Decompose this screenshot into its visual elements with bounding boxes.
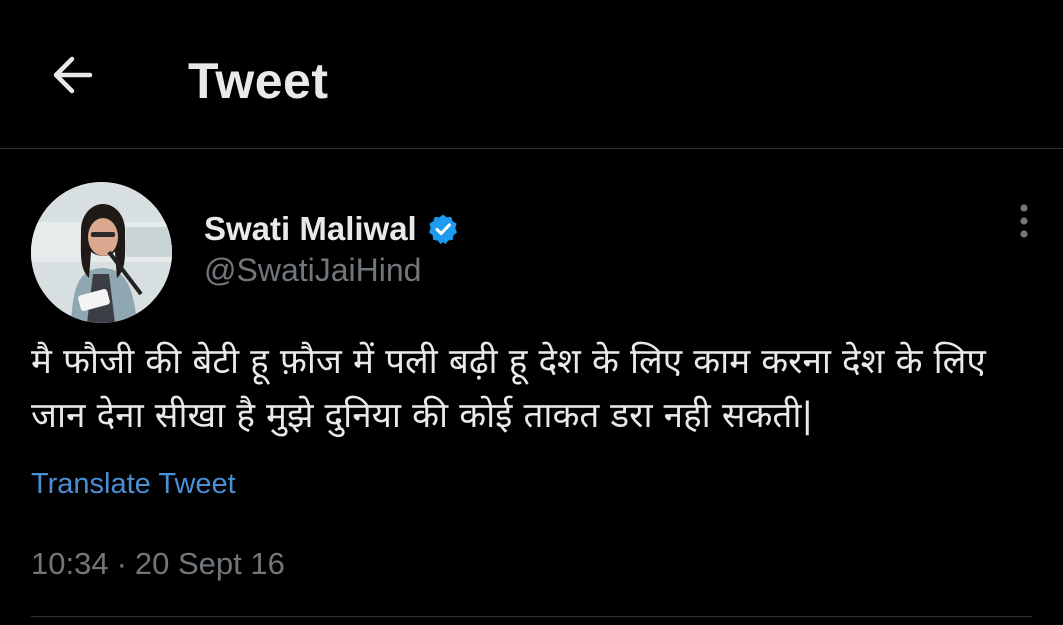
arrow-left-icon: [50, 55, 94, 100]
header-divider: [0, 148, 1063, 149]
tweet-timestamp: 10:34 · 20 Sept 16: [31, 543, 285, 585]
author-name: Swati Maliwal: [204, 210, 417, 247]
page-title: Tweet: [188, 53, 329, 109]
tweet-date[interactable]: 20 Sept 16: [135, 546, 285, 581]
top-bar: Tweet: [0, 0, 1063, 148]
translate-tweet-link[interactable]: Translate Tweet: [31, 465, 236, 503]
back-button[interactable]: [38, 48, 106, 106]
more-vertical-icon: [1018, 203, 1030, 244]
tweet-text: मै फौजी की बेटी हू फ़ौज में पली बढ़ी हू …: [31, 342, 986, 436]
more-options-button[interactable]: [1004, 200, 1044, 246]
tweet-divider: [31, 616, 1032, 617]
avatar[interactable]: [31, 182, 172, 323]
author-handle[interactable]: @SwatiJaiHind: [204, 250, 421, 290]
author-name-row[interactable]: Swati Maliwal: [204, 208, 459, 250]
meta-separator: ·: [116, 546, 127, 581]
verified-badge-icon: [427, 213, 459, 245]
tweet-time[interactable]: 10:34: [31, 546, 109, 581]
